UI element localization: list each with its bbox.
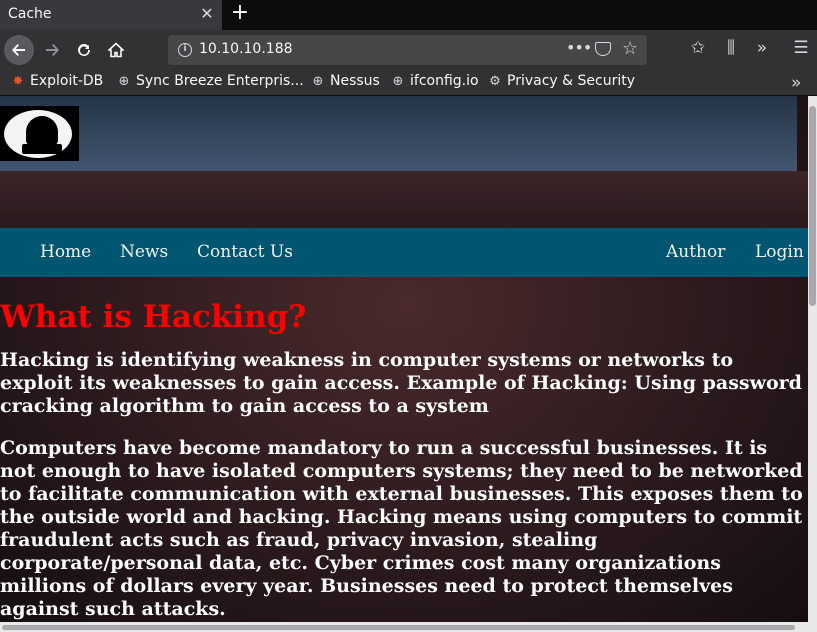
back-icon[interactable]	[4, 35, 34, 65]
gear-icon: ⚙	[489, 74, 501, 89]
globe-icon: ⊕	[118, 74, 130, 89]
bookmark-label: ifconfig.io	[410, 73, 479, 89]
bookmark-exploit-db[interactable]: ✸ Exploit-DB	[10, 73, 104, 93]
bookmarks-toolbar: ✸ Exploit-DB ⊕ Sync Breeze Enterpris... ⊕ N…	[0, 70, 817, 96]
info-icon[interactable]: i	[178, 43, 192, 57]
main-content: What is Hacking? Hacking is identifying …	[0, 298, 806, 621]
page-actions-icon[interactable]: •••	[566, 38, 592, 57]
browser-tab[interactable]: Cache ✕	[0, 0, 222, 30]
hacker-hood-icon	[26, 116, 58, 146]
pocket-icon[interactable]	[595, 42, 611, 56]
bookmark-label: Exploit-DB	[30, 73, 104, 89]
laptop-icon	[22, 144, 62, 154]
site-header-banner	[0, 96, 797, 171]
site-header-dark-band	[0, 171, 808, 228]
page-heading: What is Hacking?	[0, 299, 307, 335]
bookmark-ifconfig[interactable]: ⊕ ifconfig.io	[390, 73, 479, 93]
navigation-toolbar: i 10.10.10.188 ••• ☆ ✩ ⫼ » ☰	[0, 30, 817, 70]
page-viewport: Home News Contact Us Author Login What i…	[0, 96, 808, 622]
nav-link-login[interactable]: Login	[755, 242, 804, 262]
new-tab-icon[interactable]: +	[230, 1, 250, 27]
bookmark-label: Nessus	[330, 73, 380, 89]
horizontal-scrollbar[interactable]	[0, 622, 817, 632]
url-bar[interactable]: i 10.10.10.188 ••• ☆	[168, 35, 647, 65]
site-logo[interactable]	[0, 106, 79, 161]
body-paragraph: Computers have become mandatory to run a…	[0, 437, 803, 620]
tab-title: Cache	[8, 6, 52, 22]
site-nav-bar: Home News Contact Us Author Login	[0, 228, 808, 277]
tab-strip: Cache ✕ +	[0, 0, 817, 30]
vertical-scrollbar[interactable]	[808, 96, 817, 622]
menu-icon[interactable]: ☰	[790, 38, 812, 58]
home-icon[interactable]	[102, 36, 130, 64]
vertical-scrollbar-thumb[interactable]	[809, 106, 816, 306]
globe-icon: ⊕	[392, 74, 404, 89]
url-input[interactable]: 10.10.10.188	[199, 41, 293, 57]
bookmark-privacy-security[interactable]: ⚙ Privacy & Security	[487, 73, 635, 93]
reload-icon[interactable]	[70, 36, 98, 64]
library-icon[interactable]: ✩	[687, 38, 709, 58]
nav-link-author[interactable]: Author	[666, 242, 725, 262]
logo-circle	[4, 110, 72, 158]
forward-icon[interactable]	[38, 36, 66, 64]
nav-link-news[interactable]: News	[120, 242, 168, 262]
bookmark-nessus[interactable]: ⊕ Nessus	[310, 73, 380, 93]
globe-icon: ⊕	[312, 74, 324, 89]
close-tab-icon[interactable]: ✕	[198, 4, 216, 24]
nav-link-contact-us[interactable]: Contact Us	[197, 242, 293, 262]
horizontal-scrollbar-thumb[interactable]	[2, 625, 795, 630]
overflow-icon[interactable]: »	[751, 38, 773, 58]
nav-link-home[interactable]: Home	[40, 242, 91, 262]
sidebar-icon[interactable]: ⫼	[720, 38, 742, 58]
bookmark-label: Privacy & Security	[507, 73, 635, 89]
exploit-db-icon: ✸	[12, 74, 24, 89]
bookmark-label: Sync Breeze Enterpris...	[136, 73, 304, 89]
star-icon[interactable]: ☆	[622, 38, 638, 59]
bookmarks-overflow-icon[interactable]: »	[791, 73, 801, 93]
intro-paragraph: Hacking is identifying weakness in compu…	[0, 349, 802, 417]
bookmark-sync-breeze[interactable]: ⊕ Sync Breeze Enterpris...	[116, 73, 304, 93]
